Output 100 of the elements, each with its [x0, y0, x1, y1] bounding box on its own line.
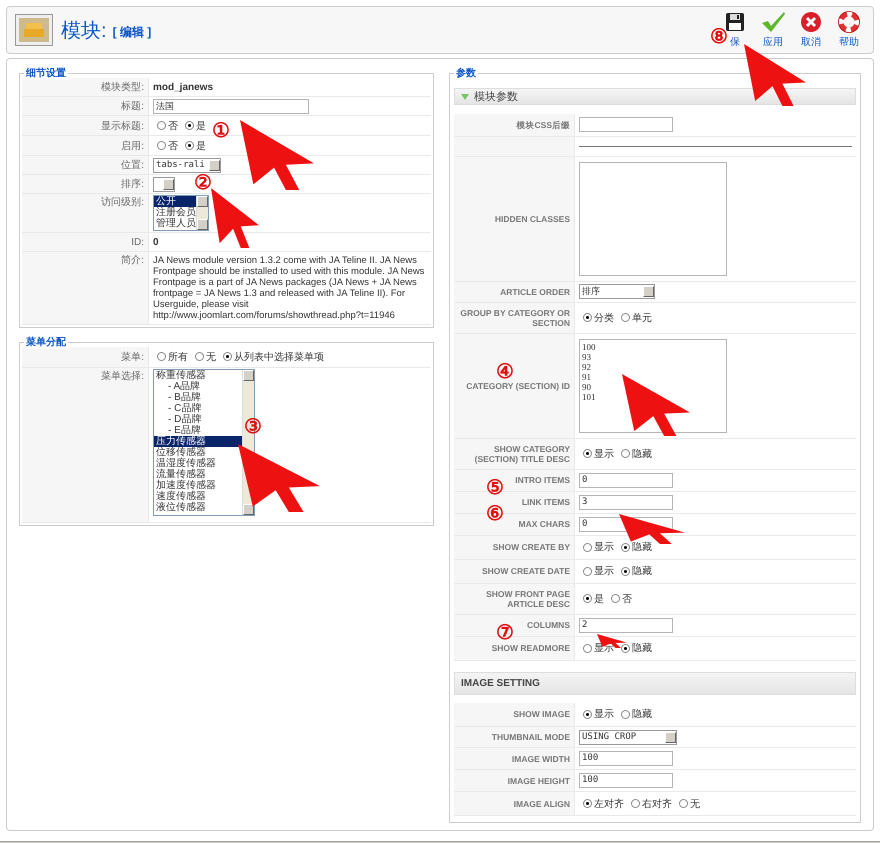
list-item[interactable]: 流量传感器	[154, 468, 242, 480]
text-area[interactable]	[579, 162, 727, 276]
radio-button[interactable]	[223, 352, 232, 362]
section-title: 模块参数	[474, 90, 518, 104]
step-number: ②	[194, 171, 212, 193]
field-label: ARTICLE ORDER	[500, 286, 570, 296]
panel-legend: 细节设置	[24, 66, 68, 80]
cancel-icon	[800, 11, 822, 33]
radio-button[interactable]	[583, 542, 592, 552]
radio-button[interactable]	[583, 710, 592, 719]
list-item[interactable]: - E品牌	[154, 424, 242, 436]
radio-button[interactable]	[621, 644, 630, 652]
radio-button[interactable]	[583, 449, 592, 458]
field-label: IMAGE HEIGHT	[508, 776, 570, 786]
field-label: COLUMNS	[527, 620, 570, 630]
radio-label: 否	[168, 120, 178, 132]
list-item[interactable]: - B品牌	[154, 392, 242, 402]
caret-icon	[643, 286, 654, 297]
list-item[interactable]: 管理人员	[154, 218, 196, 229]
list-item[interactable]: 注册会员	[154, 207, 196, 218]
radio-button[interactable]	[621, 542, 630, 552]
list-item[interactable]: 速度传感器	[154, 490, 242, 502]
radio-label: 显示	[594, 566, 614, 577]
field-label: SHOW IMAGE	[513, 709, 570, 720]
scrollbar[interactable]	[196, 196, 208, 230]
help-button[interactable]: 帮助	[833, 11, 865, 49]
radio-label: 单元	[632, 312, 652, 324]
checkmark-icon	[760, 11, 786, 33]
field-label: GROUP BY CATEGORY OR SECTION	[460, 308, 570, 328]
radio-button[interactable]	[583, 644, 592, 652]
input-field[interactable]: 2	[579, 618, 673, 632]
list-item[interactable]: 温湿度传感器	[154, 458, 242, 468]
field-label: 位置:	[121, 160, 144, 171]
field-value: 0	[153, 236, 159, 248]
field-label: SHOW FRONT PAGE ARTICLE DESC	[486, 588, 570, 608]
radio-label: 是	[196, 120, 206, 132]
radio-label: 隐藏	[632, 709, 652, 720]
field-label: 简介:	[121, 255, 144, 266]
field-label: ID:	[131, 236, 144, 248]
caret-icon	[209, 160, 220, 170]
radio-button[interactable]	[583, 566, 592, 576]
radio-button[interactable]	[157, 121, 166, 130]
caret-icon	[665, 732, 676, 742]
list-item[interactable]: 压力传感器	[154, 436, 242, 446]
list-item[interactable]: 位移传感器	[154, 446, 242, 458]
list-item[interactable]: - D品牌	[154, 414, 242, 424]
dropdown[interactable]: USING CROP	[579, 730, 677, 744]
radio-button[interactable]	[185, 141, 194, 150]
radio-label: 显示	[594, 448, 614, 460]
list-item[interactable]: 加速度传感器	[154, 480, 242, 490]
dropdown[interactable]	[153, 176, 175, 192]
radio-label: 是	[196, 140, 206, 152]
input-field[interactable]	[579, 117, 673, 132]
radio-label: 左对齐	[594, 798, 624, 810]
input-field[interactable]: 100	[579, 773, 673, 788]
step-number: ⑧	[710, 25, 728, 47]
radio-button[interactable]	[583, 594, 592, 603]
module-icon	[15, 14, 53, 46]
page-title: 模块:	[61, 18, 107, 44]
radio-button[interactable]	[621, 449, 630, 458]
list-item[interactable]: 称重传感器	[154, 370, 242, 380]
radio-button[interactable]	[611, 594, 620, 603]
field-label: MAX CHARS	[518, 519, 570, 529]
field-label: HIDDEN CLASSES	[494, 214, 570, 224]
input-field[interactable]: 0	[579, 472, 673, 488]
list-item[interactable]: 公开	[154, 196, 196, 207]
apply-button[interactable]: 应用	[757, 11, 789, 49]
input-field[interactable]: 3	[579, 494, 673, 510]
list-item[interactable]: - C品牌	[154, 402, 242, 414]
radio-button[interactable]	[185, 121, 194, 130]
radio-button[interactable]	[583, 313, 592, 322]
dropdown[interactable]: tabs-rali	[153, 158, 221, 172]
cancel-button[interactable]: 取消	[795, 11, 827, 49]
list-item[interactable]: - A品牌	[154, 380, 242, 392]
radio-button[interactable]	[621, 566, 630, 576]
radio-button[interactable]	[195, 352, 204, 362]
radio-button[interactable]	[583, 799, 592, 808]
dropdown[interactable]: 排序	[579, 284, 655, 299]
field-label: SHOW CREATE BY	[492, 542, 570, 552]
radio-button[interactable]	[157, 141, 166, 150]
input-field[interactable]: 法国	[153, 98, 309, 114]
caret-icon	[163, 178, 174, 190]
field-label: 显示标题:	[101, 120, 144, 132]
radio-label: 显示	[594, 709, 614, 720]
panel-legend: 参数	[454, 66, 478, 80]
radio-button[interactable]	[621, 710, 630, 719]
input-field[interactable]: 100	[579, 751, 673, 766]
radio-button[interactable]	[679, 799, 688, 808]
radio-button[interactable]	[157, 352, 166, 362]
list-item[interactable]: 液位传感器	[154, 502, 242, 512]
radio-label: 是	[594, 594, 604, 604]
field-label: INTRO ITEMS	[515, 475, 570, 485]
radio-label: 隐藏	[632, 643, 652, 654]
section-header[interactable]: 模块参数	[454, 88, 856, 105]
radio-label: 无	[690, 798, 700, 810]
list-box[interactable]: 公开 注册会员 管理人员	[153, 195, 209, 231]
field-label: 标题:	[121, 101, 144, 112]
field-label: SHOW CATEGORY (SECTION) TITLE DESC	[474, 444, 570, 464]
radio-button[interactable]	[631, 799, 640, 808]
radio-button[interactable]	[621, 313, 630, 322]
